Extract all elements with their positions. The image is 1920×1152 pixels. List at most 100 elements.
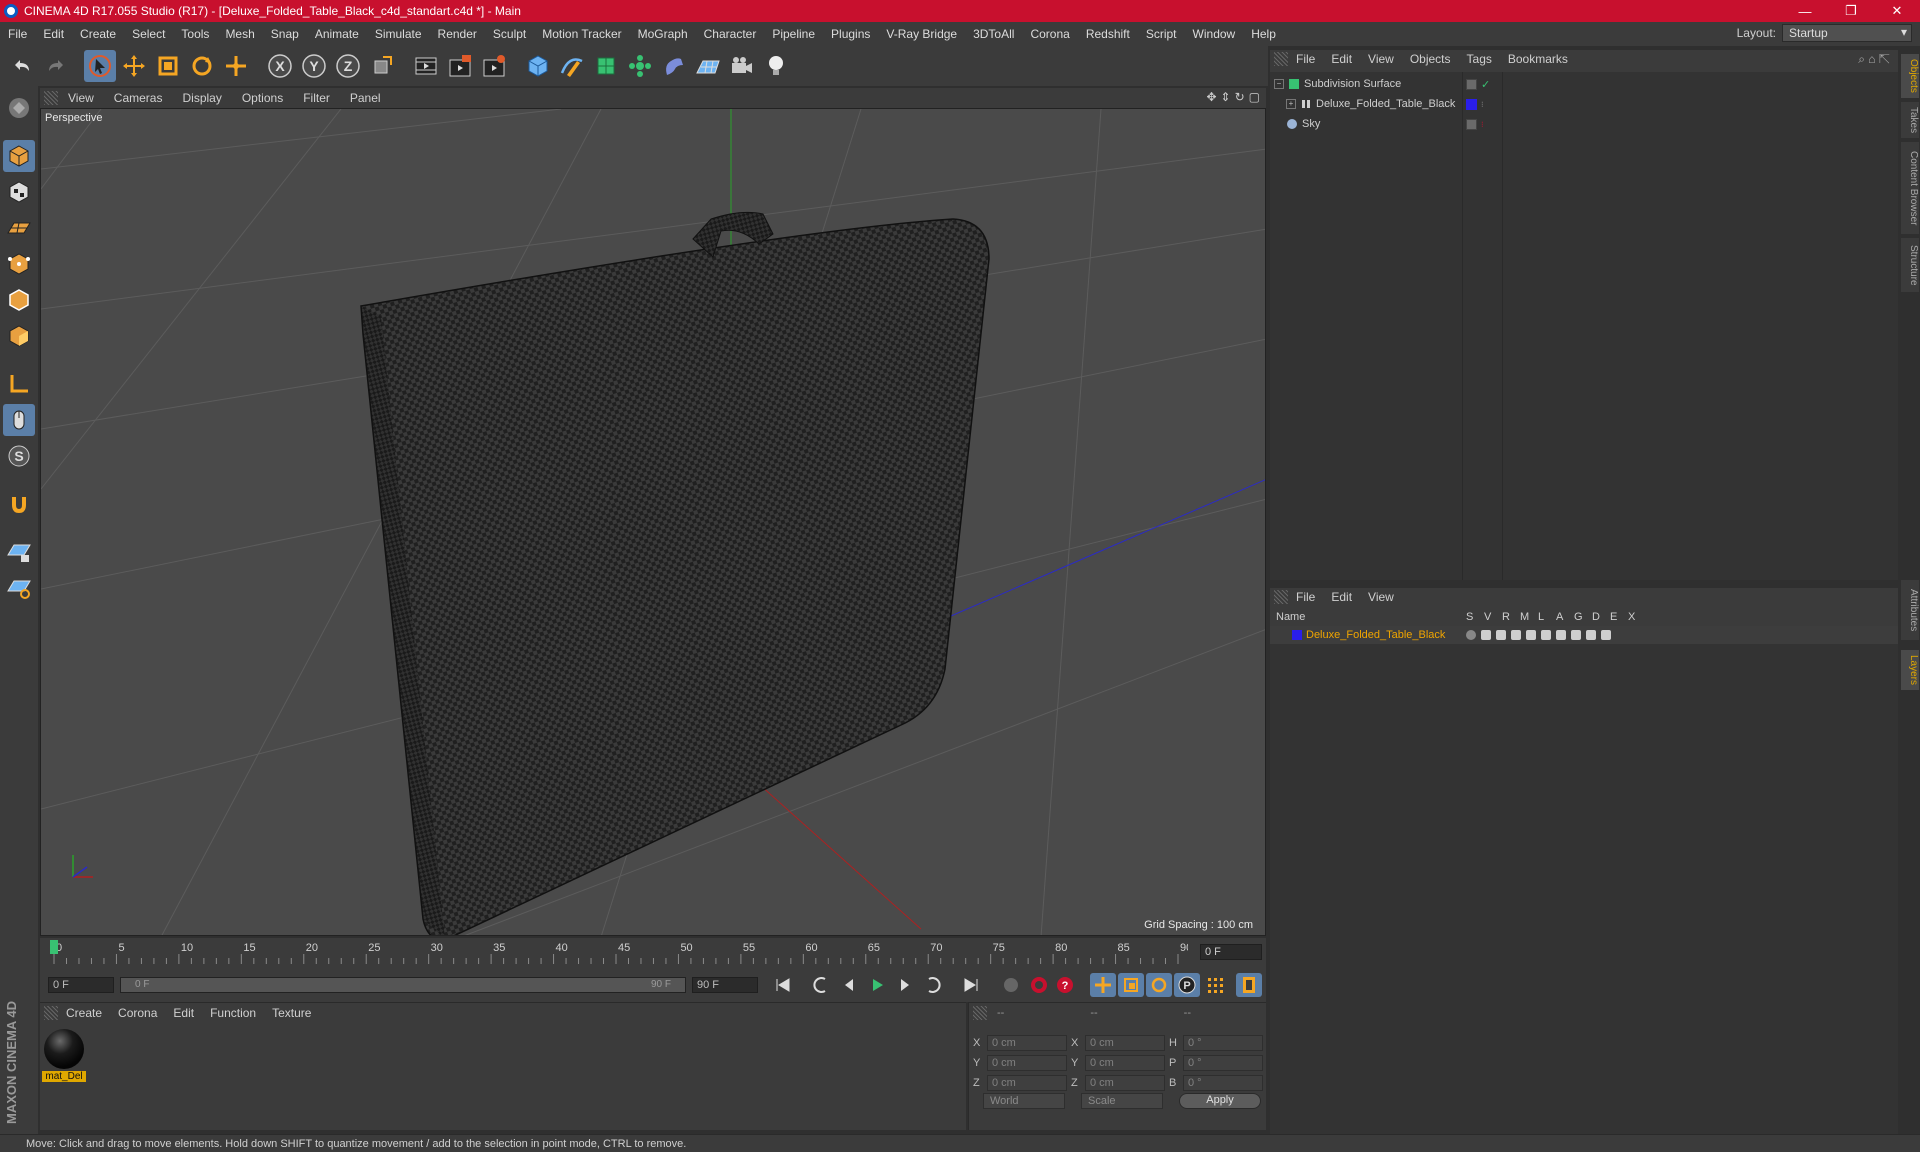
menu-corona[interactable]: Corona: [1022, 27, 1077, 41]
timeline-view-icon[interactable]: [1236, 973, 1262, 997]
tab-takes[interactable]: Takes: [1901, 102, 1919, 138]
menu-select[interactable]: Select: [124, 27, 173, 41]
start-frame-field[interactable]: 0 F: [48, 977, 114, 993]
maximize-button[interactable]: ❐: [1828, 0, 1874, 22]
next-frame-icon[interactable]: [892, 973, 918, 997]
workplane-rotate-icon[interactable]: [3, 572, 35, 604]
expressions-toggle-icon[interactable]: [1586, 630, 1596, 640]
key-position-icon[interactable]: [1090, 973, 1116, 997]
visibility-dots-icon[interactable]: ⁝: [1481, 100, 1484, 109]
workplane-lock-icon[interactable]: [3, 536, 35, 568]
layer-list[interactable]: Deluxe_Folded_Table_Black: [1270, 626, 1898, 1134]
magnet-icon[interactable]: [3, 488, 35, 520]
axis-mode-icon[interactable]: [3, 368, 35, 400]
menu-help[interactable]: Help: [1243, 27, 1284, 41]
object-row-table[interactable]: + Deluxe_Folded_Table_Black ⁝: [1270, 94, 1898, 114]
material-menu-create[interactable]: Create: [58, 1006, 110, 1020]
menu-mesh[interactable]: Mesh: [217, 27, 262, 41]
menu-render[interactable]: Render: [430, 27, 485, 41]
record-keys-icon[interactable]: [1026, 973, 1052, 997]
array-icon[interactable]: [624, 50, 656, 82]
points-mode-icon[interactable]: [3, 248, 35, 280]
previous-frame-icon[interactable]: [836, 973, 862, 997]
3d-viewport[interactable]: Perspective Grid Spacing : 100 cm: [40, 108, 1266, 936]
panel-grip-icon[interactable]: [44, 1006, 58, 1020]
size-x-field[interactable]: 0 cm: [1085, 1035, 1165, 1051]
material-menu-function[interactable]: Function: [202, 1006, 264, 1020]
menu-3dtoall[interactable]: 3DToAll: [965, 27, 1022, 41]
viewport-menu-cameras[interactable]: Cameras: [104, 91, 173, 105]
solo-toggle-icon[interactable]: [1466, 630, 1476, 640]
viewport-menu-view[interactable]: View: [58, 91, 104, 105]
texture-mode-icon[interactable]: [3, 176, 35, 208]
viewport-menu-filter[interactable]: Filter: [293, 91, 340, 105]
orbit-view-icon[interactable]: ↻: [1235, 90, 1245, 104]
object-row-sky[interactable]: Sky ⁝: [1270, 114, 1898, 134]
go-to-end-icon[interactable]: [958, 973, 984, 997]
live-select-icon[interactable]: [220, 50, 252, 82]
key-pla-icon[interactable]: [1202, 973, 1228, 997]
toggle-layout-icon[interactable]: ▢: [1249, 90, 1260, 104]
menu-motion-tracker[interactable]: Motion Tracker: [534, 27, 629, 41]
pos-x-field[interactable]: 0 cm: [987, 1035, 1067, 1051]
size-y-field[interactable]: 0 cm: [1085, 1055, 1165, 1071]
edges-mode-icon[interactable]: [3, 284, 35, 316]
previous-key-icon[interactable]: [808, 973, 834, 997]
rotate-icon[interactable]: [186, 50, 218, 82]
material-menu-texture[interactable]: Texture: [264, 1006, 319, 1020]
objects-menu-edit[interactable]: Edit: [1323, 52, 1360, 66]
end-frame-field[interactable]: 90 F: [692, 977, 758, 993]
rot-h-field[interactable]: 0 °: [1183, 1035, 1263, 1051]
redo-icon[interactable]: [40, 50, 72, 82]
light-icon[interactable]: [760, 50, 792, 82]
next-key-icon[interactable]: [920, 973, 946, 997]
layer-row[interactable]: Deluxe_Folded_Table_Black: [1270, 626, 1898, 644]
animation-toggle-icon[interactable]: [1541, 630, 1551, 640]
record-disabled-icon[interactable]: [998, 973, 1024, 997]
render-picture-viewer-icon[interactable]: [444, 50, 476, 82]
minimize-button[interactable]: —: [1782, 0, 1828, 22]
objects-menu-bookmarks[interactable]: Bookmarks: [1500, 52, 1576, 66]
cube-icon[interactable]: [522, 50, 554, 82]
search-icon[interactable]: ⌕ ⌂ ⇱: [1858, 52, 1890, 67]
menu-animate[interactable]: Animate: [307, 27, 367, 41]
apply-button[interactable]: Apply: [1179, 1093, 1261, 1109]
tab-content-browser[interactable]: Content Browser: [1901, 142, 1919, 234]
viewport-menu-options[interactable]: Options: [232, 91, 293, 105]
pos-z-field[interactable]: 0 cm: [987, 1075, 1067, 1091]
coordinate-system-icon[interactable]: [366, 50, 398, 82]
model-mode-icon[interactable]: [3, 140, 35, 172]
snap-icon[interactable]: S: [3, 440, 35, 472]
menu-tools[interactable]: Tools: [173, 27, 217, 41]
pos-y-field[interactable]: 0 cm: [987, 1055, 1067, 1071]
menu-mograph[interactable]: MoGraph: [630, 27, 696, 41]
pen-spline-icon[interactable]: [556, 50, 588, 82]
key-parameter-icon[interactable]: P: [1174, 973, 1200, 997]
menu-simulate[interactable]: Simulate: [367, 27, 430, 41]
layer-color-swatch[interactable]: [1466, 98, 1477, 110]
layers-menu-edit[interactable]: Edit: [1323, 590, 1360, 604]
viewport-menu-panel[interactable]: Panel: [340, 91, 391, 105]
menu-edit[interactable]: Edit: [35, 27, 72, 41]
panel-grip-icon[interactable]: [44, 91, 58, 105]
scale-icon[interactable]: [152, 50, 184, 82]
render-view-icon[interactable]: [410, 50, 442, 82]
objects-menu-objects[interactable]: Objects: [1402, 52, 1459, 66]
material-menu-edit[interactable]: Edit: [165, 1006, 202, 1020]
material-swatch[interactable]: mat_Del: [42, 1027, 86, 1083]
y-axis-icon[interactable]: Y: [298, 50, 330, 82]
subdivision-icon[interactable]: [590, 50, 622, 82]
view-toggle-icon[interactable]: [1481, 630, 1491, 640]
editor-render-toggle[interactable]: [1466, 78, 1477, 90]
lock-toggle-icon[interactable]: [1526, 630, 1536, 640]
size-z-field[interactable]: 0 cm: [1085, 1075, 1165, 1091]
go-to-start-icon[interactable]: [770, 973, 796, 997]
menu-file[interactable]: File: [0, 27, 35, 41]
floor-icon[interactable]: [692, 50, 724, 82]
coordinate-space-dropdown[interactable]: World: [983, 1093, 1065, 1109]
autokey-icon[interactable]: ?: [1052, 973, 1078, 997]
make-editable-icon[interactable]: [3, 92, 35, 124]
key-rotation-icon[interactable]: [1146, 973, 1172, 997]
generators-toggle-icon[interactable]: [1556, 630, 1566, 640]
menu-redshift[interactable]: Redshift: [1078, 27, 1138, 41]
